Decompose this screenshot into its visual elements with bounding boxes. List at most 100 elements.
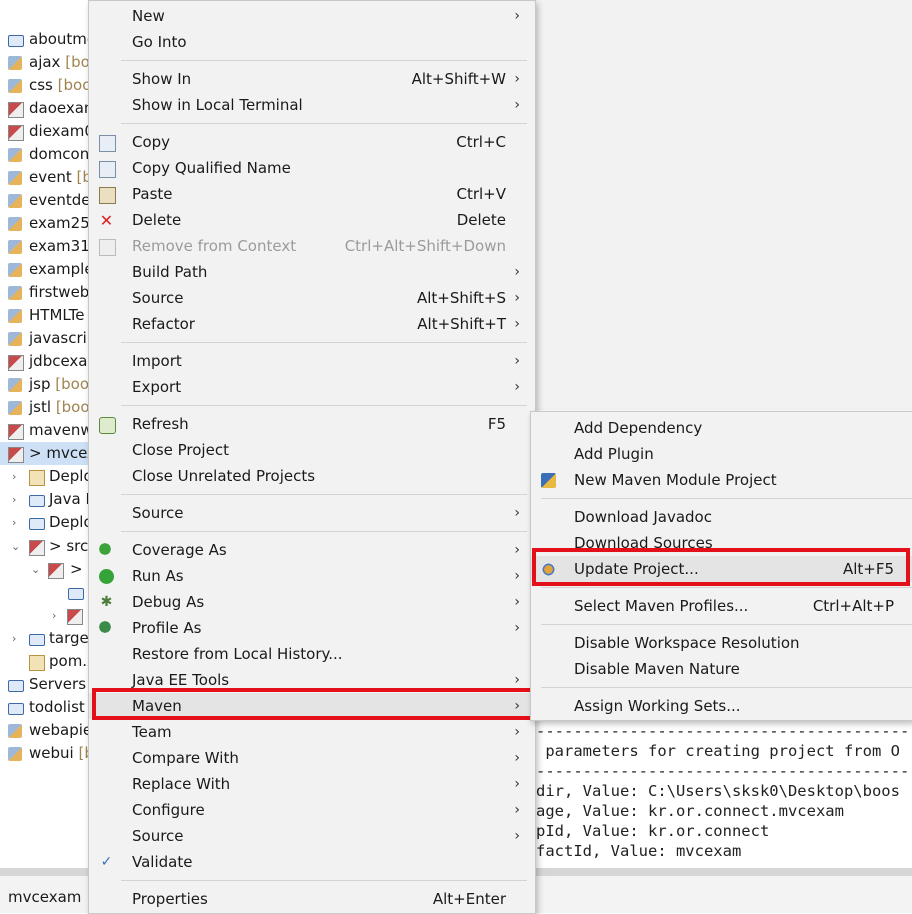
chevron-right-icon: ›: [514, 379, 520, 395]
chevron-right-icon[interactable]: ›: [12, 488, 16, 511]
folder-icon: [29, 518, 45, 530]
menu-item-new[interactable]: New ›: [89, 3, 535, 29]
project-icon: [8, 56, 22, 70]
tree-item[interactable]: webui [b: [0, 742, 88, 765]
tree-item[interactable]: javascrip: [0, 327, 88, 350]
chevron-right-icon: ›: [514, 594, 520, 610]
menu-item-refresh[interactable]: Refresh F5: [89, 411, 535, 437]
menu-item-source[interactable]: Source Alt+Shift+S ›: [89, 285, 535, 311]
update-project-highlight-box: [532, 548, 910, 586]
menu-separator: [541, 587, 912, 588]
tree-item[interactable]: ›target: [0, 627, 88, 650]
menu-item-copy-qualified-name[interactable]: Copy Qualified Name: [89, 155, 535, 181]
menu-item-remove-from-context[interactable]: Remove from Context Ctrl+Alt+Shift+Down: [89, 233, 535, 259]
chevron-down-icon[interactable]: ⌄: [11, 535, 20, 558]
menu-item-copy[interactable]: Copy Ctrl+C: [89, 129, 535, 155]
tree-item[interactable]: firstweb: [0, 281, 88, 304]
chevron-right-icon: ›: [514, 71, 520, 87]
tree-item[interactable]: ›Java F: [0, 488, 88, 511]
tree-item[interactable]: css [boo: [0, 74, 88, 97]
tree-item[interactable]: ⌄ >: [0, 558, 88, 581]
menu-item-paste[interactable]: Paste Ctrl+V: [89, 181, 535, 207]
tree-item[interactable]: jsp [boo: [0, 373, 88, 396]
maven-module-icon: [541, 473, 556, 488]
tree-item[interactable]: diexam0: [0, 120, 88, 143]
menu-item-delete[interactable]: ✕ Delete Delete: [89, 207, 535, 233]
menu-item-add-plugin[interactable]: Add Plugin: [531, 441, 912, 467]
tree-item[interactable]: event [bo: [0, 166, 88, 189]
menu-item-close-unrelated-projects[interactable]: Close Unrelated Projects: [89, 463, 535, 489]
menu-item-refactor[interactable]: Refactor Alt+Shift+T ›: [89, 311, 535, 337]
maven-project-icon: [8, 102, 24, 118]
tree-item[interactable]: ajax [boo: [0, 51, 88, 74]
chevron-right-icon: ›: [514, 316, 520, 332]
chevron-right-icon[interactable]: ›: [12, 465, 16, 488]
tree-item[interactable]: aboutme: [0, 28, 88, 51]
menu-item-validate[interactable]: ✓ Validate: [89, 849, 535, 875]
menu-item-assign-working-sets[interactable]: Assign Working Sets...: [531, 693, 912, 719]
menu-item-close-project[interactable]: Close Project: [89, 437, 535, 463]
tree-item[interactable]: HTMLTe: [0, 304, 88, 327]
menu-item-replace-with[interactable]: Replace With ›: [89, 771, 535, 797]
menu-item-debug-as[interactable]: ✱ Debug As ›: [89, 589, 535, 615]
menu-item-go-into[interactable]: Go Into: [89, 29, 535, 55]
refresh-icon: [99, 417, 116, 434]
menu-item-import[interactable]: Import ›: [89, 348, 535, 374]
menu-item-export[interactable]: Export ›: [89, 374, 535, 400]
chevron-down-icon[interactable]: ⌄: [31, 558, 40, 581]
menu-item-add-dependency[interactable]: Add Dependency: [531, 415, 912, 441]
tree-item[interactable]: jstl [boo: [0, 396, 88, 419]
tree-item[interactable]: ⌄ > src: [0, 535, 88, 558]
tree-item[interactable]: Servers: [0, 673, 88, 696]
chevron-right-icon: ›: [514, 542, 520, 558]
tree-item[interactable]: webapie: [0, 719, 88, 742]
chevron-right-icon: ›: [514, 620, 520, 636]
tree-item[interactable]: exam31: [0, 235, 88, 258]
menu-item-new-maven-module[interactable]: New Maven Module Project: [531, 467, 912, 493]
menu-item-team[interactable]: Team ›: [89, 719, 535, 745]
chevron-right-icon[interactable]: ›: [52, 604, 56, 627]
menu-item-show-in-terminal[interactable]: Show in Local Terminal ›: [89, 92, 535, 118]
tree-item[interactable]: pom.x: [0, 650, 88, 673]
menu-item-profile-as[interactable]: Profile As ›: [89, 615, 535, 641]
debug-bug-icon: ✱: [100, 594, 113, 610]
menu-item-disable-workspace-resolution[interactable]: Disable Workspace Resolution: [531, 630, 912, 656]
console-line: dir, Value: C:\Users\sksk0\Desktop\boos: [536, 782, 900, 800]
chevron-right-icon[interactable]: ›: [12, 511, 16, 534]
menu-separator: [121, 880, 527, 881]
tree-item[interactable]: ›: [0, 604, 88, 627]
tree-item[interactable]: ›Deplo: [0, 511, 88, 534]
menu-item-disable-maven-nature[interactable]: Disable Maven Nature: [531, 656, 912, 682]
menu-item-run-as[interactable]: Run As ›: [89, 563, 535, 589]
menu-separator: [121, 342, 527, 343]
menu-item-compare-with[interactable]: Compare With ›: [89, 745, 535, 771]
tree-item[interactable]: domcon: [0, 143, 88, 166]
context-menu: New › Go Into Show In Alt+Shift+W › Show in…: [88, 0, 536, 914]
tree-item[interactable]: todolist: [0, 696, 88, 719]
tree-item[interactable]: ›Deplo: [0, 465, 88, 488]
tree-item-selected[interactable]: > mvcex: [0, 442, 88, 465]
menu-item-source-2[interactable]: Source ›: [89, 500, 535, 526]
menu-item-select-maven-profiles[interactable]: Select Maven Profiles... Ctrl+Alt+P: [531, 593, 912, 619]
folder-icon: [29, 634, 45, 646]
menu-item-build-path[interactable]: Build Path ›: [89, 259, 535, 285]
tree-item[interactable]: eventdel: [0, 189, 88, 212]
tree-item[interactable]: jdbcexar: [0, 350, 88, 373]
menu-item-source-3[interactable]: Source ›: [89, 823, 535, 849]
folder-icon: [68, 588, 84, 600]
tree-item[interactable]: mavenw: [0, 419, 88, 442]
menu-item-restore-local-history[interactable]: Restore from Local History...: [89, 641, 535, 667]
tree-item[interactable]: [0, 581, 88, 604]
profile-icon: [99, 621, 114, 636]
tree-item[interactable]: exam25: [0, 212, 88, 235]
tree-item[interactable]: example: [0, 258, 88, 281]
chevron-right-icon[interactable]: ›: [12, 627, 16, 650]
menu-item-download-javadoc[interactable]: Download Javadoc: [531, 504, 912, 530]
menu-item-configure[interactable]: Configure ›: [89, 797, 535, 823]
maven-folder-icon: [67, 609, 83, 625]
menu-item-show-in[interactable]: Show In Alt+Shift+W ›: [89, 66, 535, 92]
menu-item-properties[interactable]: Properties Alt+Enter: [89, 886, 535, 912]
tree-item[interactable]: daoexam: [0, 97, 88, 120]
chevron-right-icon: ›: [514, 802, 520, 818]
menu-item-coverage-as[interactable]: Coverage As ›: [89, 537, 535, 563]
